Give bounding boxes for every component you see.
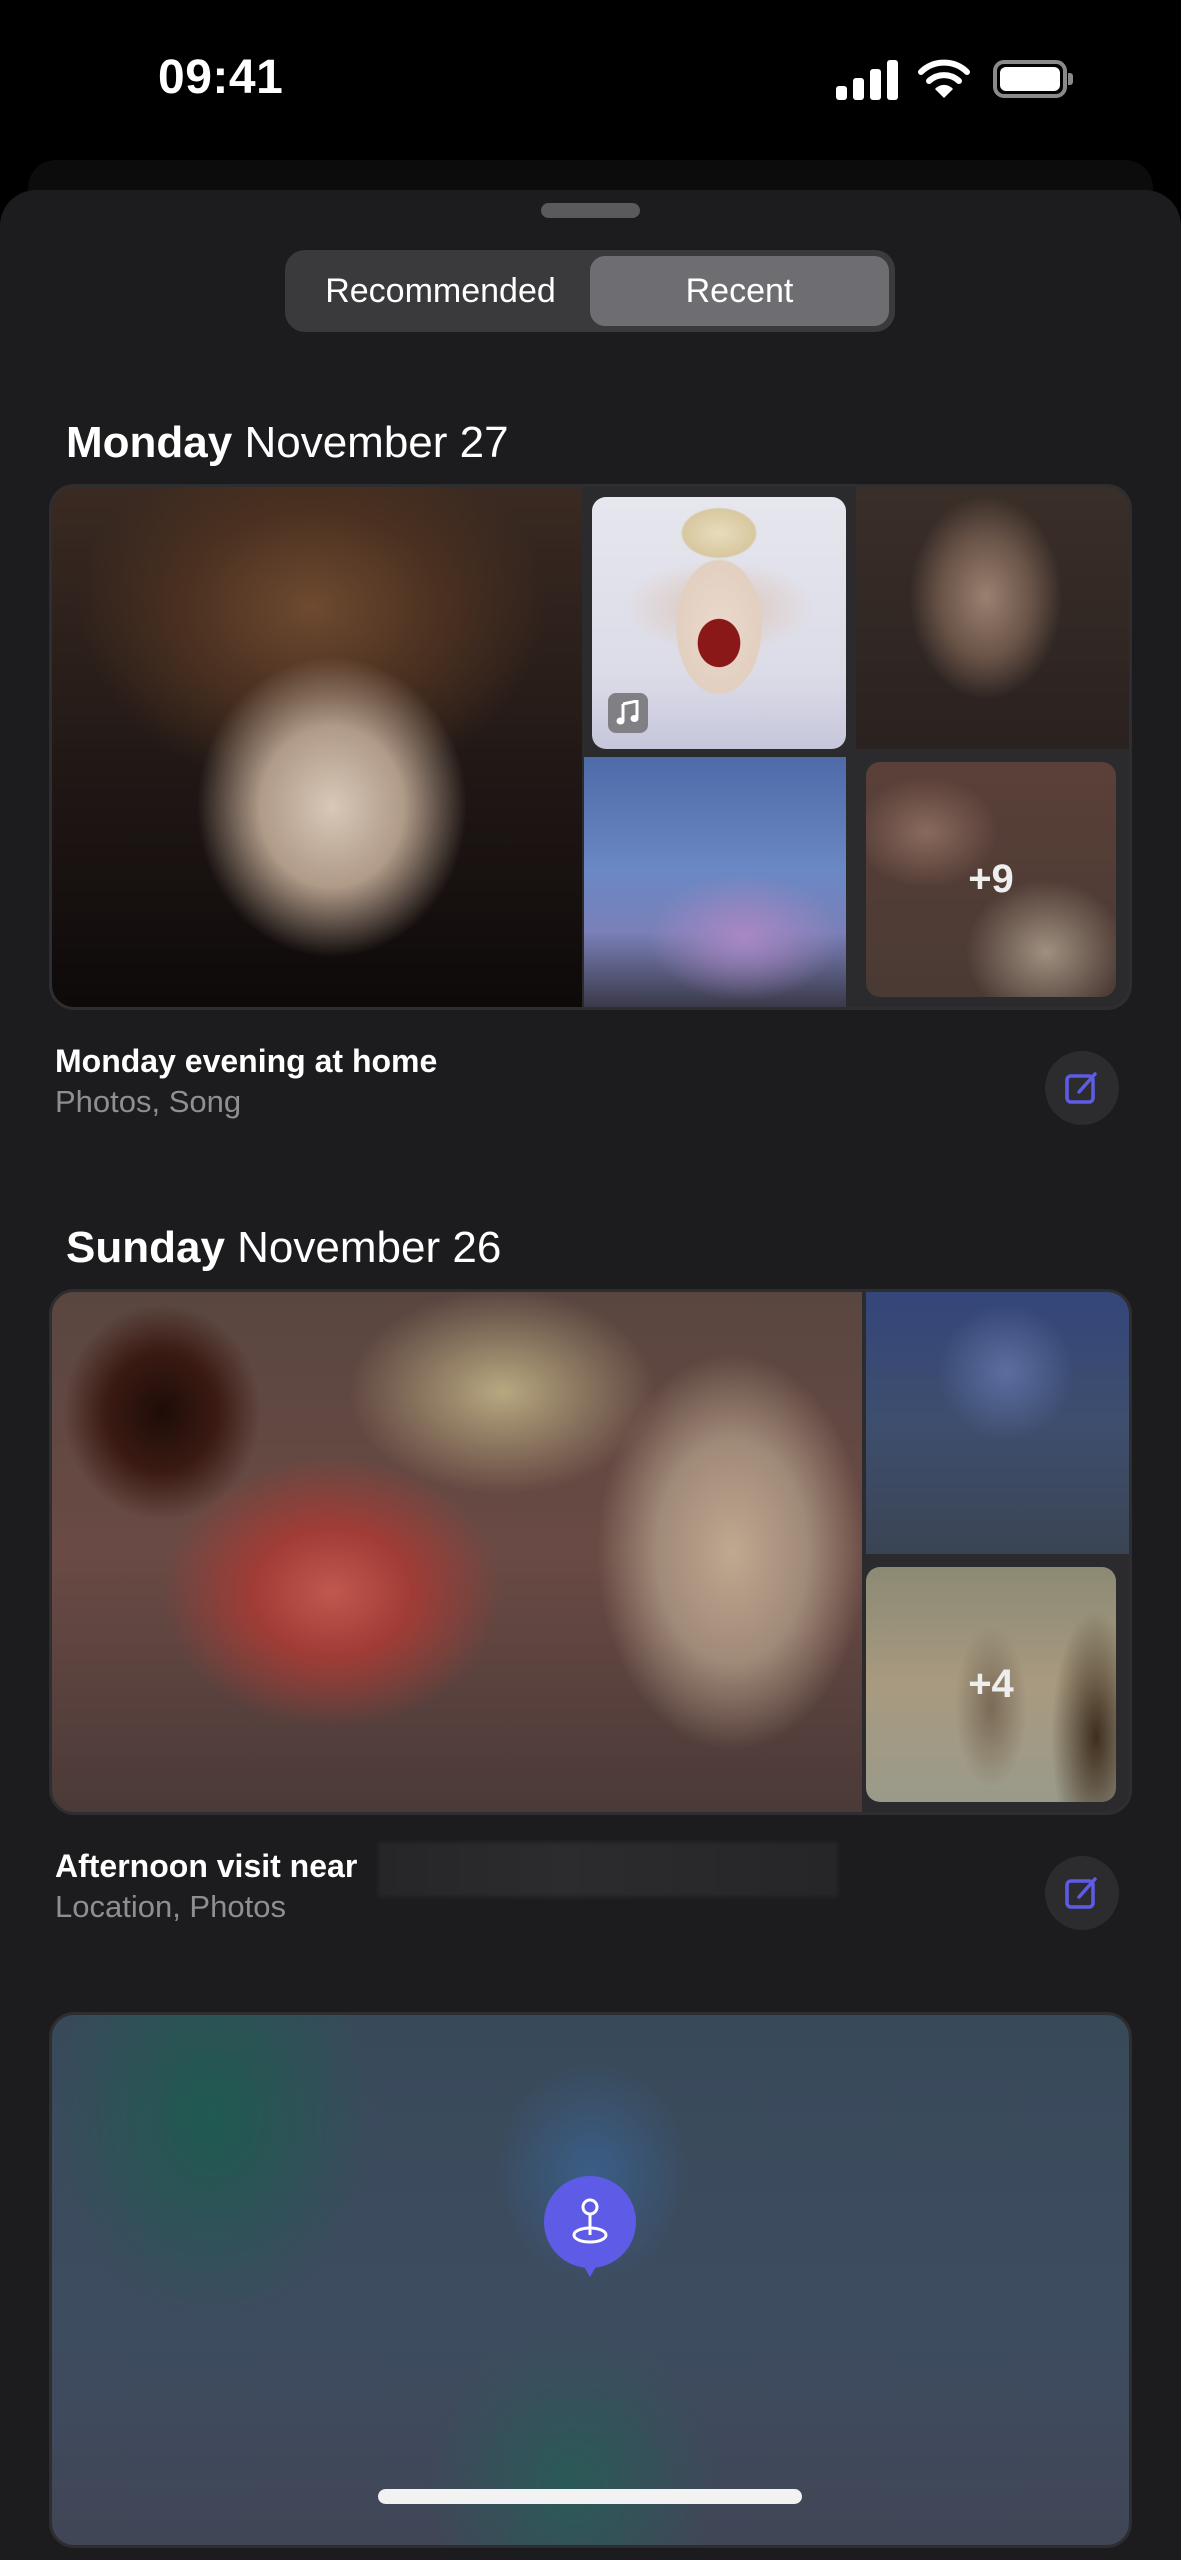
photo-thumbnail[interactable] [52,487,582,1007]
tab-recommended[interactable]: Recommended [291,256,590,326]
edit-icon [1065,1877,1097,1909]
more-count: +4 [968,1662,1014,1706]
day-date: November 27 [244,418,509,467]
day-heading: Sunday November 26 [66,1223,501,1273]
tab-recent[interactable]: Recent [590,256,889,326]
wifi-icon [918,58,970,100]
entry-title[interactable]: Monday evening at home [55,1043,437,1080]
battery-full-icon [993,60,1073,98]
song-artwork[interactable] [592,497,846,749]
more-photos-tile[interactable]: +9 [866,762,1116,997]
more-photos-tile[interactable]: +4 [866,1567,1116,1802]
status-time: 09:41 [158,51,284,104]
edit-icon [1065,1072,1097,1104]
suggestion-collage[interactable]: +4 [52,1292,1129,1812]
journal-suggestions-sheet: Recommended Recent Monday November 27 +9… [0,190,1181,2560]
entry-subtitle: Location, Photos [55,1889,286,1924]
edit-button[interactable] [1045,1051,1119,1125]
photo-thumbnail[interactable] [584,757,846,1007]
segmented-control: Recommended Recent [285,250,895,332]
music-note-icon [608,693,648,733]
photo-thumbnail[interactable] [856,487,1129,749]
entry-subtitle: Photos, Song [55,1084,242,1119]
day-weekday: Sunday [66,1223,225,1272]
location-pin-icon [543,2175,637,2277]
status-bar: 09:41 [0,0,1181,160]
more-count: +9 [968,857,1014,901]
map-card[interactable] [52,2015,1129,2545]
photo-thumbnail[interactable] [52,1292,862,1812]
sheet-grabber[interactable] [541,203,640,218]
edit-button[interactable] [1045,1856,1119,1930]
suggestion-collage[interactable]: +9 [52,487,1129,1007]
home-indicator[interactable] [378,2489,802,2504]
photo-thumbnail[interactable] [866,1292,1129,1554]
redacted-location [378,1842,838,1897]
day-heading: Monday November 27 [66,418,509,468]
day-weekday: Monday [66,418,233,467]
cellular-signal-icon [836,60,898,100]
day-date: November 26 [237,1223,502,1272]
entry-title[interactable]: Afternoon visit near [55,1848,357,1885]
